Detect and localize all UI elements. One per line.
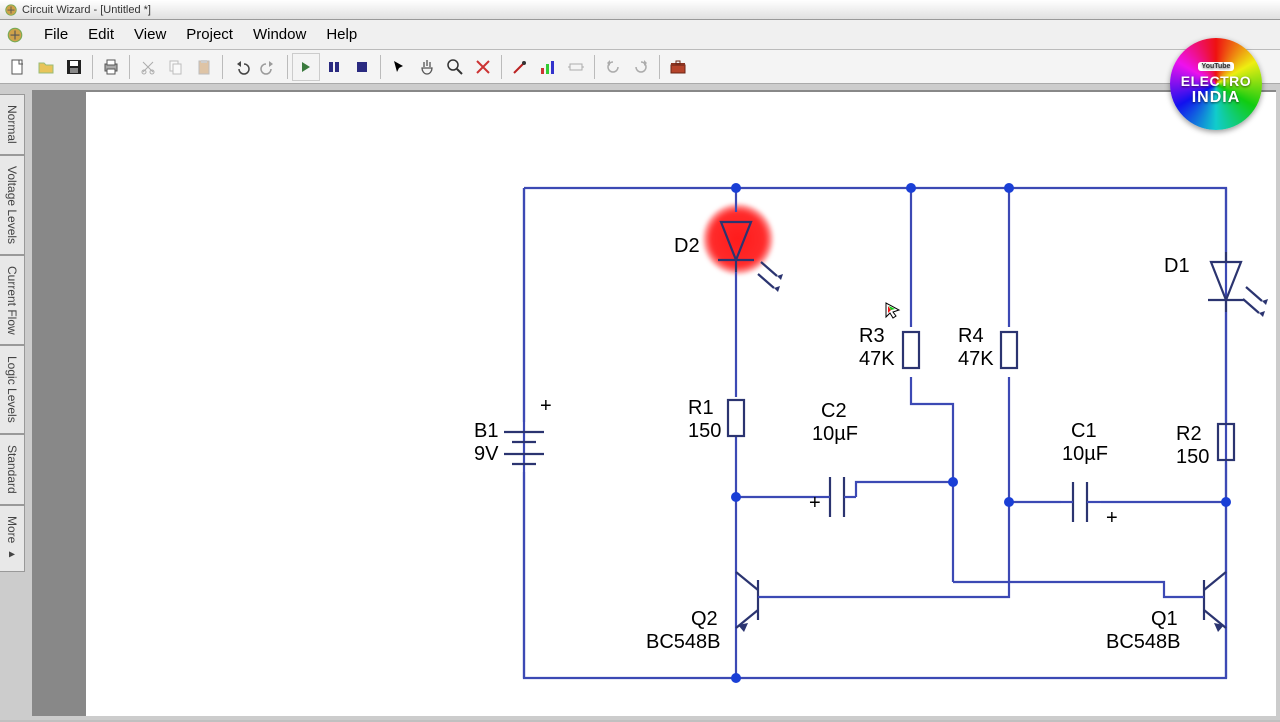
svg-text:150: 150 <box>1176 446 1209 468</box>
new-file-button[interactable] <box>4 53 32 81</box>
svg-text:R2: R2 <box>1176 423 1202 445</box>
open-file-button[interactable] <box>32 53 60 81</box>
svg-text:10µF: 10µF <box>812 423 858 445</box>
canvas-scroll: + B1 9V D2 <box>32 90 1276 716</box>
capacitor-c1[interactable]: + C1 10µF <box>1061 420 1118 529</box>
side-tab-logic[interactable]: Logic Levels <box>0 345 25 434</box>
svg-text:+: + <box>809 492 821 514</box>
toolbar-separator <box>287 55 288 79</box>
paste-button[interactable] <box>190 53 218 81</box>
svg-text:47K: 47K <box>958 348 994 370</box>
graph-tool[interactable] <box>534 53 562 81</box>
play-button[interactable] <box>292 53 320 81</box>
toolbar-separator <box>501 55 502 79</box>
toolbar-separator <box>659 55 660 79</box>
youtube-badge: YouTube <box>1198 62 1235 71</box>
cut-button[interactable] <box>134 53 162 81</box>
capacitor-c2[interactable]: + C2 10µF <box>809 400 858 517</box>
menu-bar: File Edit View Project Window Help <box>0 20 1280 50</box>
logo-line2: INDIA <box>1192 89 1241 107</box>
svg-text:D2: D2 <box>674 235 700 257</box>
schematic-canvas[interactable]: + B1 9V D2 <box>86 92 1276 716</box>
logo-line1: ELECTRO <box>1181 73 1251 89</box>
toolbar-separator <box>380 55 381 79</box>
side-tab-normal[interactable]: Normal <box>0 94 25 155</box>
led-d2[interactable]: D2 <box>674 222 783 292</box>
probe-tool[interactable] <box>506 53 534 81</box>
resistor-r1[interactable]: R1 150 <box>688 397 744 442</box>
rotate-left-button[interactable] <box>599 53 627 81</box>
undo-button[interactable] <box>227 53 255 81</box>
menu-edit[interactable]: Edit <box>78 22 124 47</box>
svg-text:+: + <box>540 395 552 417</box>
svg-text:R3: R3 <box>859 325 885 347</box>
svg-text:R4: R4 <box>958 325 984 347</box>
toolbar-separator <box>594 55 595 79</box>
resistor-r4[interactable]: R4 47K <box>958 325 1017 370</box>
svg-text:47K: 47K <box>859 348 895 370</box>
side-tab-voltage[interactable]: Voltage Levels <box>0 155 25 255</box>
svg-text:BC548B: BC548B <box>1106 631 1181 653</box>
side-tab-current[interactable]: Current Flow <box>0 255 25 346</box>
copy-button[interactable] <box>162 53 190 81</box>
svg-text:C2: C2 <box>821 400 847 422</box>
svg-text:+: + <box>1106 507 1118 529</box>
channel-logo: YouTube ELECTRO INDIA <box>1170 38 1262 130</box>
window-title: Circuit Wizard - [Untitled *] <box>22 4 151 16</box>
side-tabs: Normal Voltage Levels Current Flow Logic… <box>0 94 28 572</box>
svg-text:D1: D1 <box>1164 255 1190 277</box>
component-tool[interactable] <box>562 53 590 81</box>
svg-text:C1: C1 <box>1071 420 1097 442</box>
menu-app-icon <box>6 26 24 44</box>
print-button[interactable] <box>97 53 125 81</box>
svg-text:Q1: Q1 <box>1151 608 1178 630</box>
circuit-drawing: + B1 9V D2 <box>86 92 1276 722</box>
menu-project[interactable]: Project <box>176 22 243 47</box>
menu-view[interactable]: View <box>124 22 176 47</box>
stop-button[interactable] <box>348 53 376 81</box>
toolbar-separator <box>129 55 130 79</box>
pan-tool[interactable] <box>413 53 441 81</box>
rotate-right-button[interactable] <box>627 53 655 81</box>
delete-tool[interactable] <box>469 53 497 81</box>
menu-help[interactable]: Help <box>316 22 367 47</box>
transistor-q2[interactable]: Q2 BC548B <box>646 572 776 653</box>
svg-text:10µF: 10µF <box>1062 443 1108 465</box>
cursor-icon <box>884 301 902 319</box>
app-icon <box>4 3 18 17</box>
svg-text:150: 150 <box>688 420 721 442</box>
led-d1[interactable]: D1 <box>1164 252 1268 317</box>
transistor-q1[interactable]: Q1 BC548B <box>1106 572 1226 653</box>
svg-text:9V: 9V <box>474 443 499 465</box>
svg-text:R1: R1 <box>688 397 714 419</box>
svg-text:BC548B: BC548B <box>646 631 721 653</box>
zoom-tool[interactable] <box>441 53 469 81</box>
toolbar <box>0 50 1280 84</box>
menu-window[interactable]: Window <box>243 22 316 47</box>
side-tab-more[interactable]: More ▸ <box>0 505 25 572</box>
pointer-tool[interactable] <box>385 53 413 81</box>
toolbar-separator <box>222 55 223 79</box>
svg-text:B1: B1 <box>474 420 498 442</box>
svg-text:Q2: Q2 <box>691 608 718 630</box>
save-button[interactable] <box>60 53 88 81</box>
workspace: Normal Voltage Levels Current Flow Logic… <box>0 84 1280 720</box>
pause-button[interactable] <box>320 53 348 81</box>
menu-file[interactable]: File <box>34 22 78 47</box>
toolbar-separator <box>92 55 93 79</box>
battery-b1[interactable]: + B1 9V <box>474 395 552 465</box>
toolbox-button[interactable] <box>664 53 692 81</box>
side-tab-standard[interactable]: Standard <box>0 434 25 505</box>
title-bar: Circuit Wizard - [Untitled *] <box>0 0 1280 20</box>
resistor-r3[interactable]: R3 47K <box>859 325 919 370</box>
redo-button[interactable] <box>255 53 283 81</box>
